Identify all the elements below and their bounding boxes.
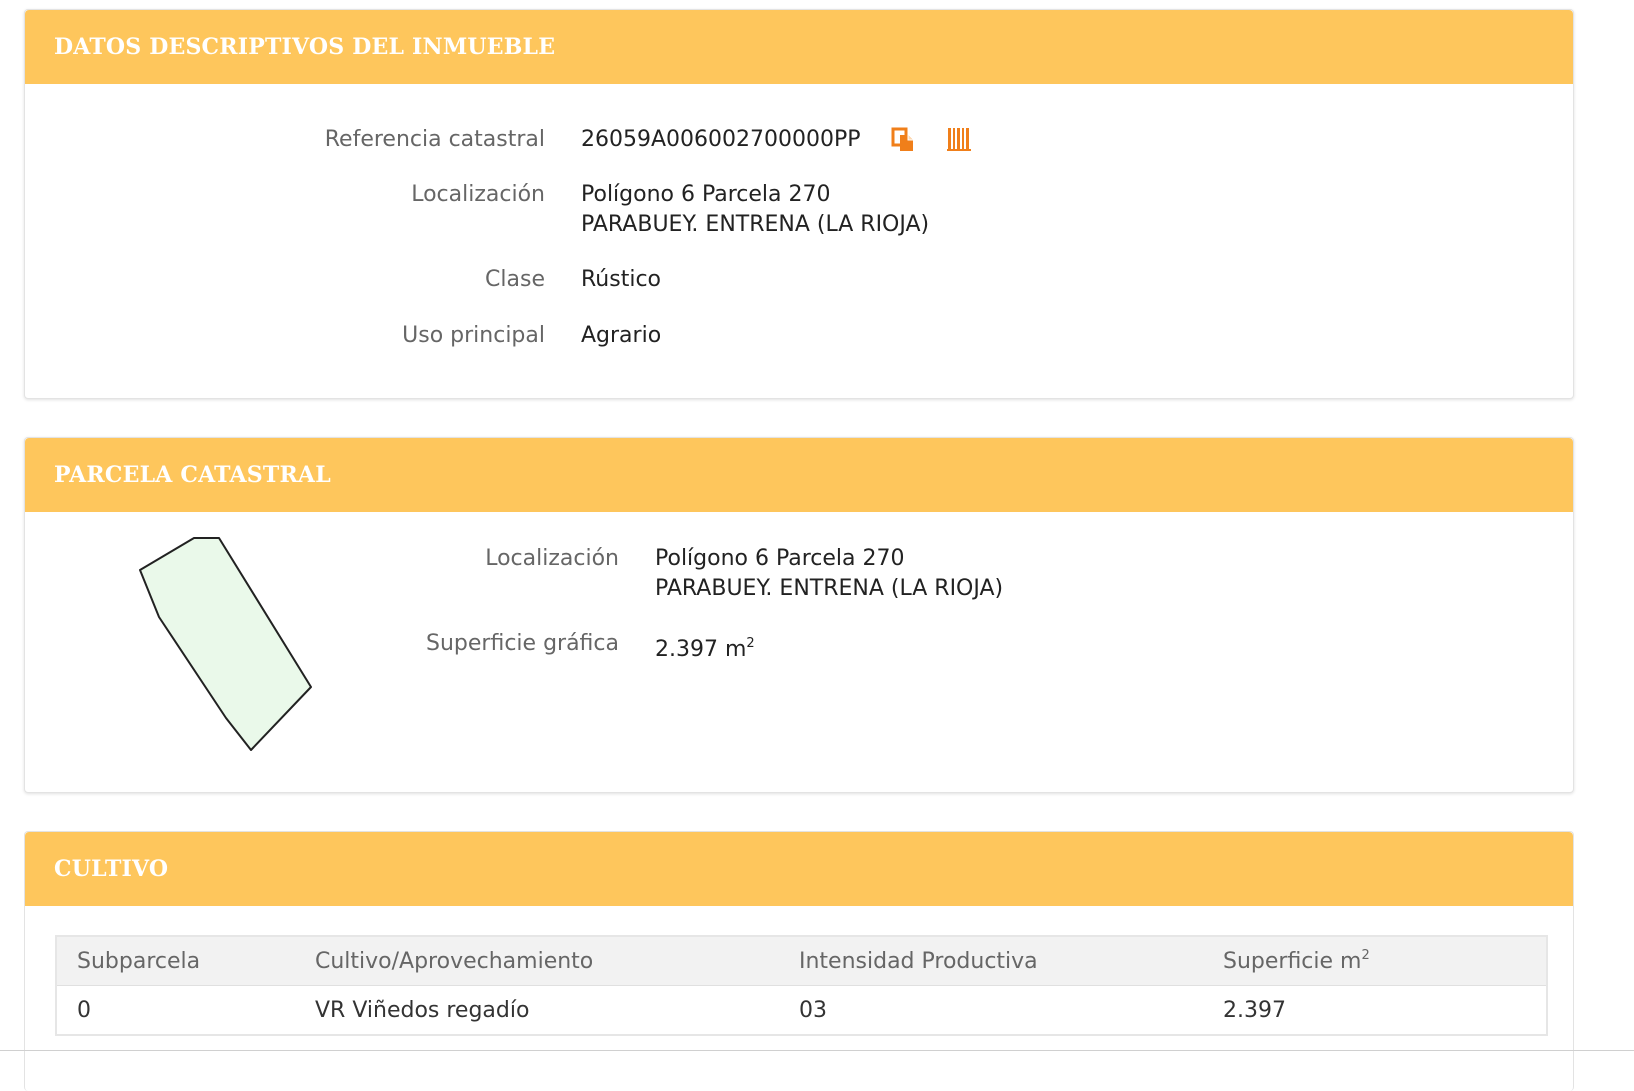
barcode-icon[interactable] <box>947 126 973 161</box>
column-header-cultivo: Cultivo/Aprovechamiento <box>295 936 779 986</box>
column-header-subparcela: Subparcela <box>56 936 295 986</box>
clase-value: Rústico <box>581 267 661 292</box>
localizacion-line2: PARABUEY. ENTRENA (LA RIOJA) <box>581 212 930 237</box>
copy-icon[interactable] <box>891 127 915 162</box>
uso-value: Agrario <box>581 323 662 348</box>
panel-datos-descriptivos: DATOS DESCRIPTIVOS DEL INMUEBLE Referenc… <box>24 9 1574 399</box>
referencia-label: Referencia catastral <box>324 127 545 152</box>
superficie-header-text: Superficie m <box>1223 949 1362 974</box>
panel-cultivo: CULTIVO Subparcela Cultivo/Aprovechamien… <box>24 831 1574 1091</box>
localizacion-label: Localización <box>411 182 545 207</box>
panel-title: CULTIVO <box>54 856 169 882</box>
parcela-localizacion-line1: Polígono 6 Parcela 270 <box>655 546 905 571</box>
panel-header: DATOS DESCRIPTIVOS DEL INMUEBLE <box>25 10 1573 84</box>
superficie-header-sup: 2 <box>1361 948 1370 963</box>
column-header-superficie: Superficie m2 <box>1203 936 1547 986</box>
parcela-localizacion-line2: PARABUEY. ENTRENA (LA RIOJA) <box>655 576 1004 601</box>
table-header-row: Subparcela Cultivo/Aprovechamiento Inten… <box>56 936 1547 986</box>
superficie-label: Superficie gráfica <box>426 631 619 656</box>
referencia-value: 26059A006002700000PP <box>581 127 861 152</box>
cell-intensidad: 03 <box>779 985 1203 1035</box>
uso-label: Uso principal <box>402 323 545 348</box>
row-parcela-localizacion: Localización Polígono 6 Parcela 270 PARA… <box>25 543 1575 605</box>
cell-cultivo: VR Viñedos regadío <box>295 985 779 1035</box>
cultivo-table: Subparcela Cultivo/Aprovechamiento Inten… <box>55 935 1548 1036</box>
superficie-number: 2.397 m <box>655 637 747 662</box>
column-header-intensidad: Intensidad Productiva <box>779 936 1203 986</box>
parcela-localizacion-label: Localización <box>485 546 619 571</box>
row-superficie-grafica: Superficie gráfica 2.397 m2 <box>25 628 1575 662</box>
superficie-value: 2.397 m2 <box>655 628 755 665</box>
panel-header: CULTIVO <box>25 832 1573 906</box>
row-localizacion: Localización Polígono 6 Parcela 270 PARA… <box>25 179 1575 241</box>
clase-label: Clase <box>485 267 545 292</box>
panel-header: PARCELA CATASTRAL <box>25 438 1573 512</box>
panel-title: DATOS DESCRIPTIVOS DEL INMUEBLE <box>54 34 556 60</box>
panel-title: PARCELA CATASTRAL <box>54 462 331 488</box>
localizacion-line1: Polígono 6 Parcela 270 <box>581 182 831 207</box>
row-uso-principal: Uso principal Agrario <box>25 320 1575 351</box>
superficie-unit-sup: 2 <box>746 636 755 651</box>
cell-subparcela: 0 <box>56 985 295 1035</box>
panel-parcela-catastral: PARCELA CATASTRAL Localización Polígono … <box>24 437 1574 793</box>
row-clase: Clase Rústico <box>25 264 1575 295</box>
row-referencia: Referencia catastral 26059A006002700000P… <box>25 124 1575 155</box>
cell-superficie: 2.397 <box>1203 985 1547 1035</box>
table-row: 0 VR Viñedos regadío 03 2.397 <box>56 985 1547 1035</box>
page-divider <box>0 1050 1634 1051</box>
